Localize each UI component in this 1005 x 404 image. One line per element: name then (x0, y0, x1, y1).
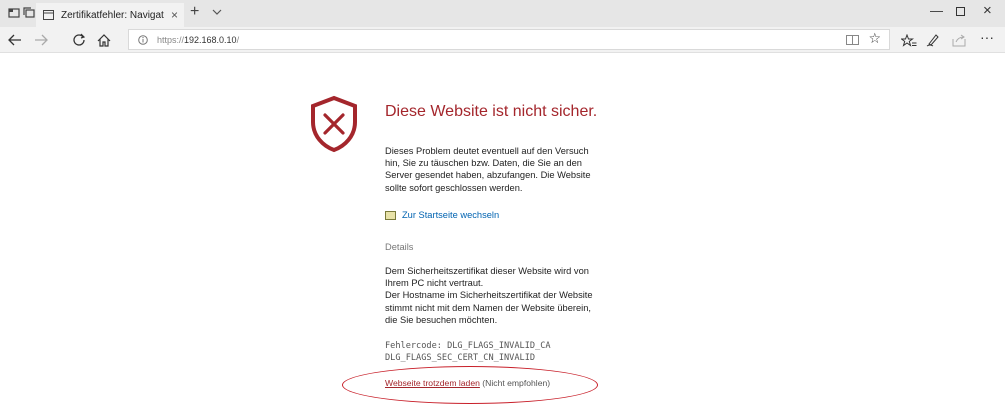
page-heading: Diese Website ist nicht sicher. (385, 103, 598, 120)
url-host: 192.168.0.10 (184, 34, 237, 45)
star-icon[interactable]: ☆ (868, 31, 881, 45)
address-bar[interactable]: https://192.168.0.10/ ☆ (128, 29, 890, 50)
maximize-button[interactable] (956, 3, 965, 18)
navigation-bar: https://192.168.0.10/ ☆ ··· (0, 27, 1005, 53)
reading-view-icon[interactable] (845, 34, 859, 46)
more-icon[interactable]: ··· (978, 28, 996, 46)
chevron-down-icon[interactable] (210, 5, 224, 19)
close-window-button[interactable]: × (983, 3, 992, 18)
details-line: stimmt nicht mit dem Namen der Website ü… (385, 302, 591, 313)
proceed-anyway-link[interactable]: Webseite trotzdem laden (385, 378, 480, 388)
info-icon[interactable] (137, 34, 149, 46)
back-arrow-icon[interactable] (6, 31, 24, 49)
description-line: sollte sofort geschlossen werden. (385, 182, 523, 193)
proceed-row: Webseite trotzdem laden (Nicht empfohlen… (385, 378, 550, 388)
restore-tabs-icon[interactable] (22, 6, 36, 20)
url-scheme: https:// (157, 34, 185, 45)
details-toggle[interactable]: Details (385, 242, 413, 252)
maximize-icon (956, 7, 965, 16)
tab-title: Zertifikatfehler: Navigat (61, 9, 164, 21)
warning-description: Dieses Problem deutet eventuell auf den … (385, 145, 615, 194)
warning-shield-icon (310, 95, 358, 153)
details-text: Dem Sicherheitszertifikat dieser Website… (385, 265, 615, 326)
tab-bar: Zertifikatfehler: Navigat × + — × (0, 0, 1005, 27)
start-page-icon (385, 210, 396, 220)
new-tab-button[interactable]: + (190, 4, 199, 20)
error-code-line: Fehlercode: DLG_FLAGS_INVALID_CA (385, 341, 551, 351)
details-line: Der Hostname im Sicherheitszertifikat de… (385, 290, 593, 301)
url-text: https://192.168.0.10/ (157, 35, 239, 45)
home-icon[interactable] (95, 31, 113, 49)
description-line: hin, Sie zu täuschen bzw. Daten, die Sie… (385, 158, 582, 169)
details-line: die Sie besuchen möchten. (385, 314, 498, 325)
tabs-aside-icon[interactable] (7, 6, 21, 20)
page-icon (41, 8, 55, 22)
share-icon[interactable] (950, 31, 968, 49)
description-line: Server gesendet haben, abzufangen. Die W… (385, 170, 591, 181)
pen-icon[interactable] (924, 31, 942, 49)
refresh-icon[interactable] (70, 31, 88, 49)
details-line: Ihrem PC nicht vertraut. (385, 278, 484, 289)
error-code-line: DLG_FLAGS_SEC_CERT_CN_INVALID (385, 353, 536, 364)
minimize-button[interactable]: — (930, 4, 943, 17)
start-page-link[interactable]: Zur Startseite wechseln (385, 210, 499, 220)
details-line: Dem Sicherheitszertifikat dieser Website… (385, 266, 589, 276)
url-path: / (236, 34, 240, 45)
tab-close-button[interactable]: × (171, 9, 178, 21)
active-tab[interactable]: Zertifikatfehler: Navigat × (36, 3, 184, 27)
description-line: Dieses Problem deutet eventuell auf den … (385, 146, 589, 156)
forward-arrow-icon[interactable] (32, 31, 50, 49)
favorites-icon[interactable] (900, 31, 918, 49)
error-code: Fehlercode: DLG_FLAGS_INVALID_CA DLG_FLA… (385, 340, 551, 364)
start-page-link-label: Zur Startseite wechseln (402, 210, 500, 220)
not-recommended-note: (Nicht empfohlen) (479, 378, 551, 388)
